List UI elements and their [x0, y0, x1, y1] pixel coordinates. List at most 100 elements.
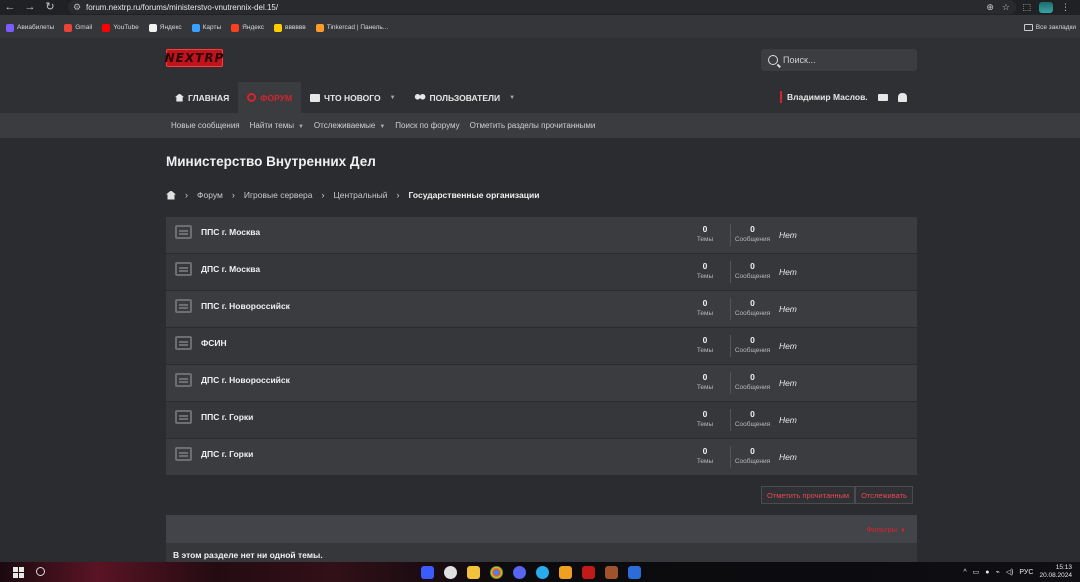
- bookmark-item[interactable]: вввввв: [274, 23, 306, 32]
- bookmark-item[interactable]: Карты: [191, 23, 221, 32]
- volume-icon[interactable]: ◁): [1006, 568, 1014, 576]
- subnav-new-posts[interactable]: Новые сообщения: [171, 121, 240, 130]
- browser-chrome: ← → ↻ ⚙ forum.nextrp.ru/forums/ministers…: [0, 0, 1080, 38]
- breadcrumb-item[interactable]: Центральный: [334, 190, 388, 200]
- bookmark-item[interactable]: Яндекс: [148, 23, 182, 32]
- app-icon[interactable]: [628, 566, 641, 579]
- back-arrow-icon[interactable]: ←: [0, 1, 20, 14]
- chevron-down-icon: ▼: [297, 124, 304, 130]
- tab-users[interactable]: ПОЛЬЗОВАТЕЛИ ▼: [405, 82, 525, 113]
- breadcrumb-item[interactable]: Игровые сервера: [244, 190, 313, 200]
- tab-whats-new[interactable]: ЧТО НОВОГО ▼: [301, 82, 405, 113]
- forum-row: ФСИН 0 Темы 0 Сообщения Нет: [166, 328, 917, 365]
- file-explorer-icon[interactable]: [467, 566, 480, 579]
- battery-icon[interactable]: ▭: [973, 568, 980, 576]
- search-input[interactable]: Поиск...: [761, 49, 917, 71]
- taskbar-apps: [421, 566, 641, 579]
- bookmark-item[interactable]: Авиабилеты: [6, 23, 54, 32]
- home-icon: [175, 93, 184, 102]
- forum-page: NEXTRP Поиск... ГЛАВНАЯ ФОРУМ ЧТО НОВОГО…: [0, 38, 1080, 562]
- chevron-down-icon: ▼: [900, 527, 906, 534]
- gear-icon: [247, 93, 257, 102]
- subnav-find-threads[interactable]: Найти темы ▼: [250, 121, 304, 130]
- forum-chat-icon: [175, 299, 192, 313]
- all-bookmarks[interactable]: Все закладки: [1023, 19, 1080, 36]
- mark-read-button[interactable]: Отметить прочитанным: [761, 486, 856, 504]
- breadcrumb-item[interactable]: Форум: [197, 190, 223, 200]
- bookmark-item[interactable]: YouTube: [102, 23, 139, 32]
- forum-title-link[interactable]: ППС г. Новороссийск: [201, 301, 290, 311]
- url-text: forum.nextrp.ru/forums/ministerstvo-vnut…: [86, 2, 279, 12]
- last-post: Нет: [779, 415, 797, 425]
- chevron-right-icon: ›: [396, 190, 400, 200]
- reload-icon[interactable]: ↻: [40, 1, 60, 14]
- last-post: Нет: [779, 267, 797, 277]
- forward-arrow-icon[interactable]: →: [20, 1, 40, 14]
- mail-icon[interactable]: [877, 93, 888, 101]
- threads-stat: 0 Темы: [696, 372, 714, 391]
- clock[interactable]: 15:13 20.08.2024: [1039, 564, 1072, 580]
- folder-icon: [1023, 24, 1033, 31]
- profile-avatar[interactable]: [1039, 2, 1053, 13]
- site-logo[interactable]: NEXTRP: [165, 49, 223, 67]
- chrome-icon[interactable]: [490, 566, 503, 579]
- forum-title-link[interactable]: ДПС г. Горки: [201, 449, 253, 459]
- bookmark-item[interactable]: Gmail: [64, 23, 92, 32]
- app-icon[interactable]: [421, 566, 434, 579]
- discord-icon[interactable]: [513, 566, 526, 579]
- app-icon[interactable]: [605, 566, 618, 579]
- user-area: Владимир Маслов.: [780, 91, 907, 103]
- subnav-watched[interactable]: Отслеживаемые ▼: [314, 121, 385, 130]
- app-icon[interactable]: [582, 566, 595, 579]
- forum-chat-icon: [175, 262, 192, 276]
- zoom-icon[interactable]: ⊕: [986, 2, 994, 13]
- yandex-icon: [148, 23, 157, 32]
- bookmark-star-icon[interactable]: ☆: [1002, 2, 1010, 13]
- bookmark-item[interactable]: Tinkercad | Панель...: [315, 23, 388, 32]
- maps-icon: [191, 23, 200, 32]
- forum-title-link[interactable]: ДПС г. Новороссийск: [201, 375, 290, 385]
- telegram-icon[interactable]: [536, 566, 549, 579]
- forum-title-link[interactable]: ППС г. Горки: [201, 412, 253, 422]
- forum-title-link[interactable]: ДПС г. Москва: [201, 264, 260, 274]
- home-icon[interactable]: [166, 190, 176, 200]
- tab-home[interactable]: ГЛАВНАЯ: [166, 82, 238, 113]
- network-icon[interactable]: ⌁: [995, 568, 999, 576]
- taskbar: ^ ▭ ● ⌁ ◁) РУС 15:13 20.08.2024: [0, 562, 1080, 582]
- address-bar[interactable]: ⚙ forum.nextrp.ru/forums/ministerstvo-vn…: [68, 0, 1016, 14]
- bell-icon[interactable]: [897, 92, 907, 102]
- app-icon[interactable]: [559, 566, 572, 579]
- subnav-mark-read[interactable]: Отметить разделы прочитанными: [470, 121, 596, 130]
- threads-stat: 0 Темы: [696, 335, 714, 354]
- breadcrumb: › Форум › Игровые сервера › Центральный …: [166, 190, 539, 200]
- chevron-down-icon[interactable]: ▼: [509, 95, 515, 101]
- chevron-down-icon[interactable]: ▼: [390, 95, 396, 101]
- language-indicator[interactable]: РУС: [1019, 569, 1033, 576]
- search-icon[interactable]: [36, 567, 45, 576]
- chevron-right-icon: ›: [231, 190, 235, 200]
- microphone-icon[interactable]: ●: [985, 569, 989, 576]
- user-name-link[interactable]: Владимир Маслов.: [780, 91, 868, 103]
- forum-chat-icon: [175, 447, 192, 461]
- page-title: Министерство Внутренних Дел: [166, 154, 376, 169]
- messages-stat: 0 Сообщения: [730, 409, 774, 431]
- breadcrumb-item[interactable]: Государственные организации: [409, 190, 540, 200]
- menu-dots-icon[interactable]: ⋮: [1061, 2, 1070, 13]
- tab-forum[interactable]: ФОРУМ: [238, 82, 302, 113]
- site-settings-icon[interactable]: ⚙: [68, 2, 86, 13]
- extensions-icon[interactable]: ⬚: [1022, 2, 1031, 13]
- last-post: Нет: [779, 452, 797, 462]
- watch-button[interactable]: Отслеживать: [855, 486, 913, 504]
- forum-chat-icon: [175, 410, 192, 424]
- subnav-search-forum[interactable]: Поиск по форуму: [395, 121, 459, 130]
- filters-button[interactable]: Фильтры ▼: [866, 525, 906, 534]
- empty-message: В этом разделе нет ни одной темы.: [166, 543, 917, 562]
- app-icon[interactable]: [444, 566, 457, 579]
- forum-title-link[interactable]: ППС г. Москва: [201, 227, 260, 237]
- bookmark-item[interactable]: Яндекс: [231, 23, 264, 32]
- messages-stat: 0 Сообщения: [730, 261, 774, 283]
- forum-title-link[interactable]: ФСИН: [201, 338, 227, 348]
- windows-start-icon[interactable]: [13, 567, 24, 578]
- chevron-up-icon[interactable]: ^: [963, 569, 966, 576]
- tinkercad-icon: [315, 23, 324, 32]
